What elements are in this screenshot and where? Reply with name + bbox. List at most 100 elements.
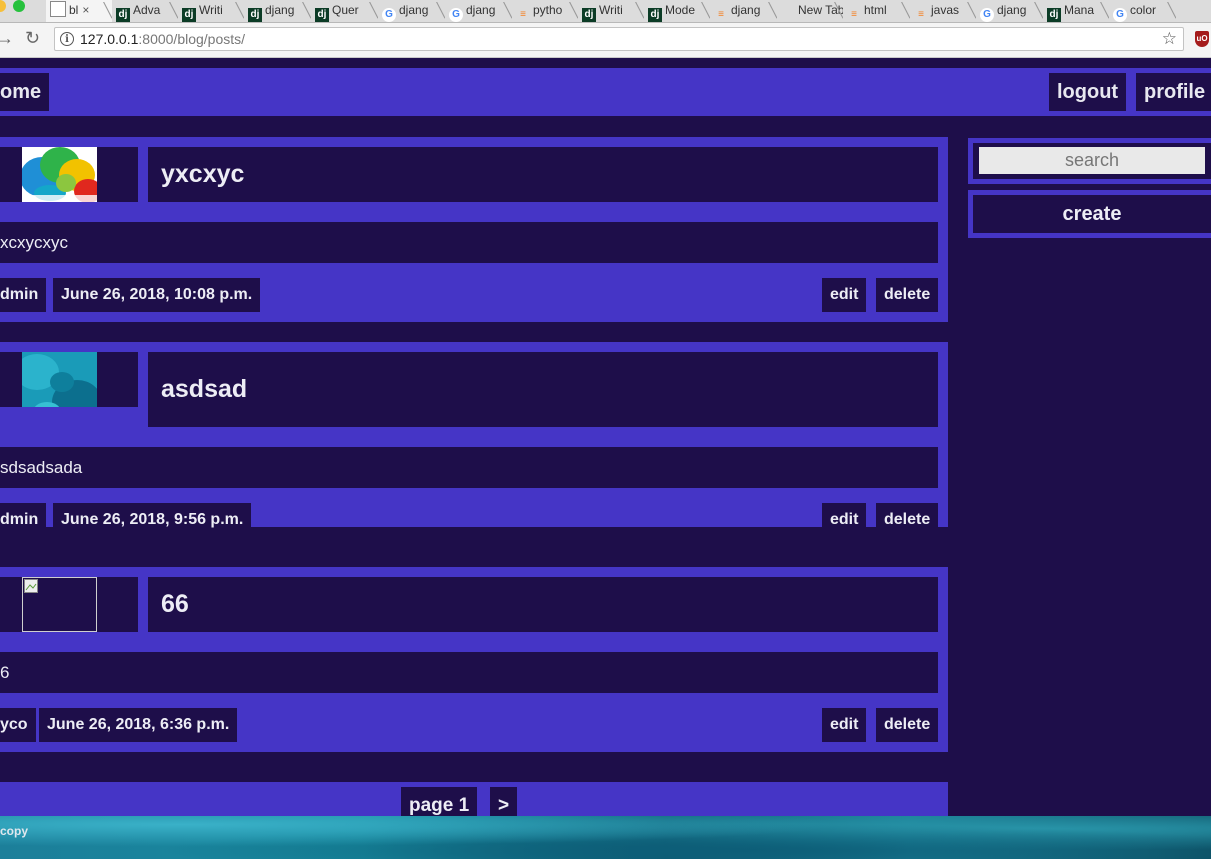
- tab-label: Quer: [332, 3, 359, 17]
- post-date: June 26, 2018, 10:08 p.m.: [53, 278, 261, 312]
- browser-tab[interactable]: dj Writi ╲: [578, 0, 644, 22]
- browser-tab[interactable]: bl × ╲: [46, 0, 112, 22]
- post-title[interactable]: 66: [148, 577, 938, 632]
- site-navbar: ome logout profile: [0, 68, 1211, 116]
- browser-tab[interactable]: dj Mana ╲: [1043, 0, 1109, 22]
- delete-button[interactable]: delete: [876, 708, 939, 742]
- django-icon: dj: [116, 8, 130, 22]
- browser-tab[interactable]: dj djang ╲: [244, 0, 311, 22]
- google-icon: G: [980, 8, 994, 22]
- delete-button[interactable]: delete: [876, 278, 939, 312]
- tab-separator: ╲: [369, 2, 378, 18]
- tab-label: djang: [466, 3, 496, 17]
- tab-separator: ╲: [635, 2, 644, 18]
- forward-icon[interactable]: →: [0, 28, 14, 49]
- profile-link[interactable]: profile: [1136, 73, 1211, 111]
- site-info-icon[interactable]: i: [60, 32, 74, 46]
- post-author: dmin: [0, 503, 47, 537]
- browser-tab[interactable]: ≡ javas ╲: [910, 0, 976, 22]
- create-box: create: [968, 190, 1211, 238]
- stackoverflow-icon: ≡: [918, 9, 924, 20]
- django-icon: dj: [248, 8, 262, 22]
- create-button[interactable]: create: [973, 195, 1211, 233]
- tab-label: djang: [731, 3, 761, 17]
- browser-tab[interactable]: dj Writi ╲: [178, 0, 244, 22]
- browser-tab[interactable]: Gdjang ╲: [378, 0, 445, 22]
- footer-copyright: copy: [0, 824, 29, 838]
- reload-icon[interactable]: ↻: [25, 28, 40, 49]
- stackoverflow-icon: ≡: [718, 9, 724, 20]
- post-title[interactable]: yxcxyc: [148, 147, 938, 202]
- post-thumbnail-image: [22, 352, 97, 407]
- search-input[interactable]: [979, 147, 1205, 174]
- tab-label: color: [1130, 3, 1157, 17]
- google-icon: G: [382, 8, 396, 22]
- browser-tab[interactable]: dj Mode ╲: [644, 0, 710, 22]
- tab-separator: ╲: [169, 2, 178, 18]
- browser-tab[interactable]: ≡ pytho ╲: [512, 0, 578, 22]
- tab-label: Mode: [665, 3, 696, 17]
- address-bar[interactable]: i 127.0.0.1:8000/blog/posts/ ☆: [54, 27, 1184, 51]
- tab-label: Mana: [1064, 3, 1095, 17]
- browser-tab[interactable]: dj Quer ╲: [311, 0, 378, 22]
- stackoverflow-icon: ≡: [520, 9, 526, 20]
- delete-button[interactable]: delete: [876, 503, 939, 537]
- ublock-extension-icon[interactable]: uO: [1195, 31, 1209, 47]
- edit-button[interactable]: edit: [822, 278, 867, 312]
- tab-label: djang: [399, 3, 429, 17]
- bookmark-star-icon[interactable]: ☆: [1162, 29, 1177, 49]
- footer: copy: [0, 816, 1211, 859]
- current-page-button[interactable]: page 1: [401, 787, 478, 816]
- tab-label: pytho: [533, 3, 563, 17]
- post-card: asdsad sdsadsada dmin June 26, 2018, 9:5…: [0, 342, 948, 537]
- search-box: [968, 138, 1211, 184]
- tab-separator: ╲: [701, 2, 710, 18]
- post-body: 6: [0, 652, 938, 693]
- edit-button[interactable]: edit: [822, 708, 867, 742]
- tab-separator: ╲: [1167, 2, 1176, 18]
- tab-label: djang: [997, 3, 1027, 17]
- minimize-window-icon[interactable]: [0, 0, 6, 12]
- google-icon: G: [1113, 8, 1127, 22]
- tab-separator: ╲: [1100, 2, 1109, 18]
- next-page-button[interactable]: >: [490, 787, 518, 816]
- django-icon: dj: [182, 8, 196, 22]
- tab-label: bl: [69, 3, 79, 17]
- post-thumbnail-cell: [0, 352, 138, 407]
- tab-label: Adva: [133, 3, 161, 17]
- post-body: xcxycxyc: [0, 222, 938, 263]
- tab-label: html: [864, 3, 887, 17]
- url-path: :8000/blog/posts/: [138, 31, 246, 47]
- browser-tab[interactable]: Gcolor ╲: [1109, 0, 1176, 22]
- home-link[interactable]: ome: [0, 73, 50, 111]
- django-icon: dj: [315, 8, 329, 22]
- browser-tab[interactable]: ≡ html ╲: [843, 0, 910, 22]
- post-author: dmin: [0, 278, 47, 312]
- tab-separator: ╲: [436, 2, 445, 18]
- zoom-window-icon[interactable]: [13, 0, 25, 12]
- browser-toolbar: → ↻ i 127.0.0.1:8000/blog/posts/ ☆ uO: [0, 23, 1211, 58]
- browser-tab[interactable]: Gdjang ╲: [445, 0, 512, 22]
- tab-separator: ╲: [768, 2, 777, 18]
- post-author: yco: [0, 708, 36, 742]
- browser-tab[interactable]: Gdjang ╲: [976, 0, 1043, 22]
- post-card: yxcxyc xcxycxyc dmin June 26, 2018, 10:0…: [0, 137, 948, 322]
- pagination: page 1 >: [0, 782, 948, 816]
- post-card: 66 6 yco June 26, 2018, 6:36 p.m. edit d…: [0, 567, 948, 752]
- browser-tab-strip: bl × ╲ dj Adva ╲ dj Writi ╲ dj djang ╲ dj Quer ╲ Gdjang…: [0, 0, 1211, 23]
- tab-separator: ╲: [569, 2, 578, 18]
- browser-tab[interactable]: dj Adva ╲: [112, 0, 178, 22]
- logout-link[interactable]: logout: [1049, 73, 1127, 111]
- tab-favicon-icon: [781, 3, 795, 17]
- close-tab-icon[interactable]: ×: [82, 3, 89, 17]
- post-title[interactable]: asdsad: [148, 352, 938, 427]
- url-host: 127.0.0.1: [80, 31, 139, 47]
- django-icon: dj: [582, 8, 596, 22]
- broken-image-icon: [22, 577, 97, 632]
- browser-tab[interactable]: ≡ djang ╲: [710, 0, 777, 22]
- django-icon: dj: [648, 8, 662, 22]
- tab-label: djang: [265, 3, 295, 17]
- url-text: 127.0.0.1:8000/blog/posts/: [80, 31, 245, 47]
- browser-tab[interactable]: New Tab ╲: [777, 0, 843, 22]
- edit-button[interactable]: edit: [822, 503, 867, 537]
